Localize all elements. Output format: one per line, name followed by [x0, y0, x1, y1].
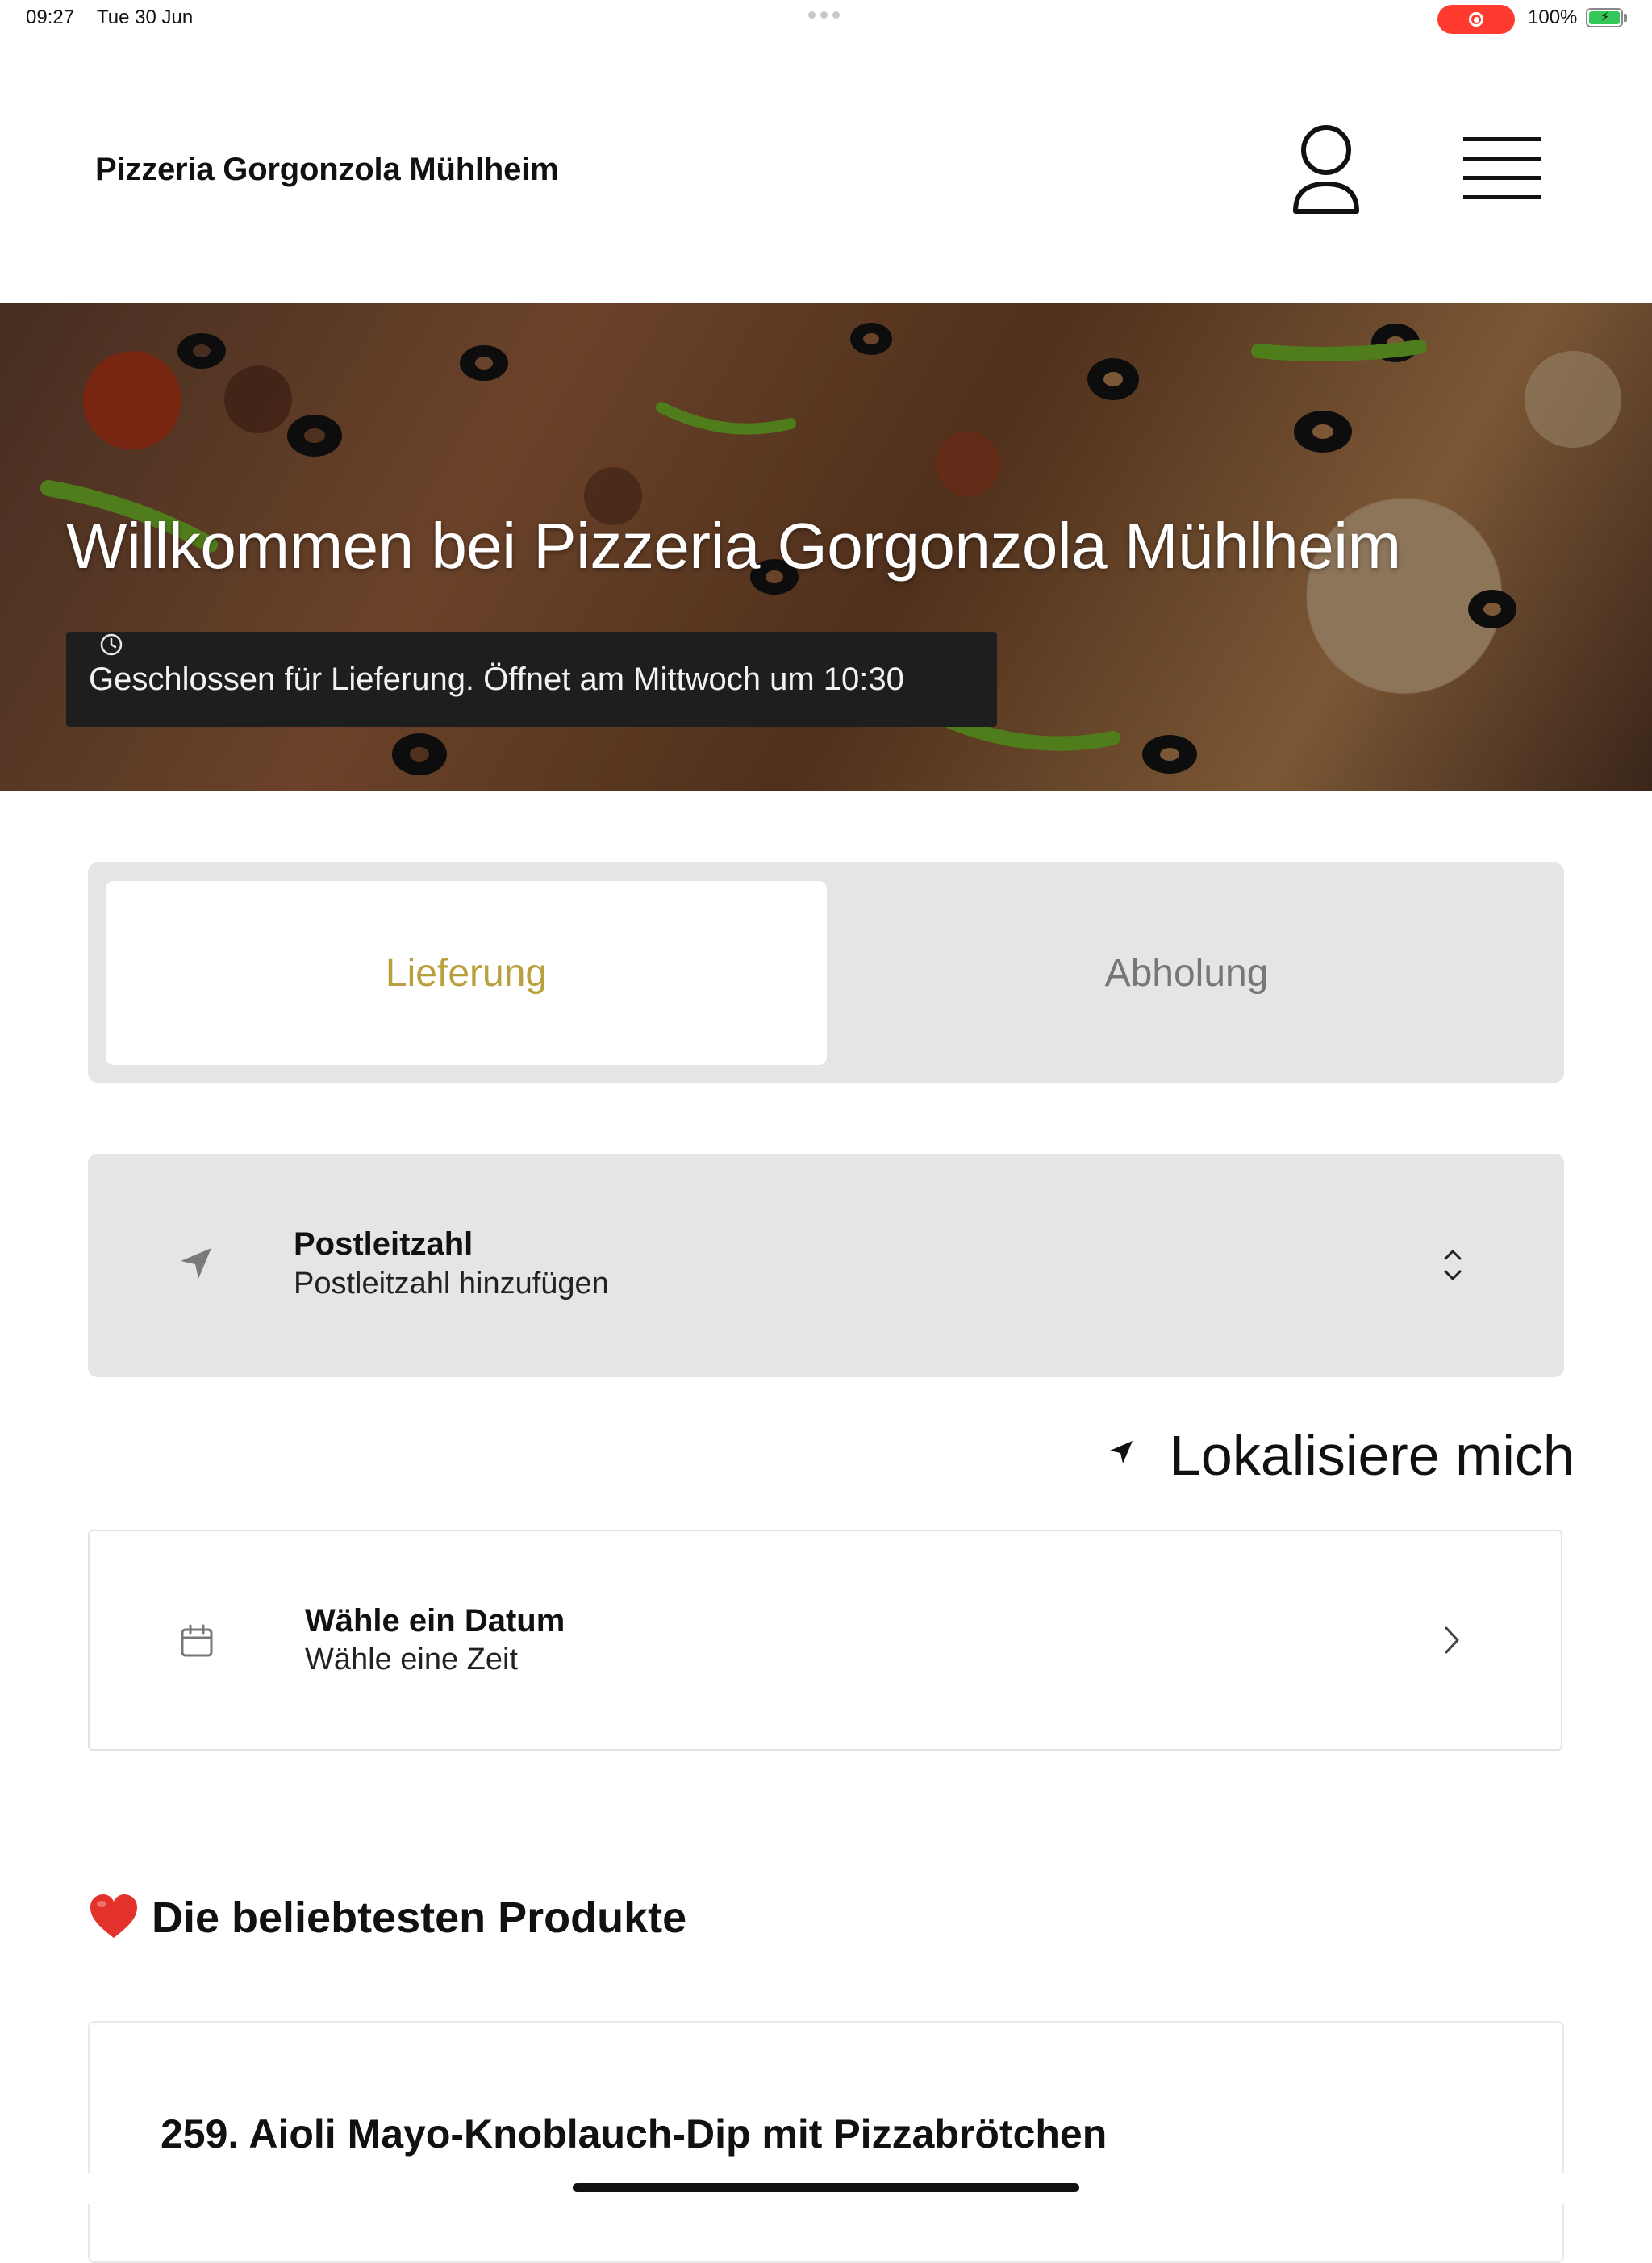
location-arrow-icon [181, 1248, 211, 1279]
hero-banner: Willkommen bei Pizzeria Gorgonzola Mühlh… [0, 303, 1652, 791]
multitasking-dots-icon[interactable] [808, 11, 844, 19]
postcode-label: Postleitzahl [294, 1226, 473, 1262]
postcode-placeholder[interactable]: Postleitzahl hinzufügen [294, 1267, 609, 1301]
status-date: Tue 30 Jun [97, 6, 194, 28]
calendar-icon [181, 1624, 213, 1657]
postcode-selector[interactable] [88, 1154, 1564, 1377]
locate-me-icon[interactable] [1107, 1438, 1136, 1467]
heart-icon [90, 1894, 137, 1938]
opening-status-text: Geschlossen für Lieferung. Öffnet am Mit… [89, 661, 904, 697]
clock-icon [100, 633, 123, 656]
hero-title: Willkommen bei Pizzeria Gorgonzola Mühlh… [66, 510, 1401, 582]
popular-products-title: Die beliebtesten Produkte [152, 1893, 687, 1942]
date-time-picker[interactable] [88, 1530, 1562, 1751]
hamburger-menu-button[interactable] [1462, 134, 1542, 205]
hamburger-menu-icon [1463, 137, 1541, 199]
home-indicator[interactable] [573, 2183, 1079, 2192]
product-name[interactable]: 259. Aioli Mayo-Knoblauch-Dip mit Pizzab… [161, 2111, 1107, 2157]
chevron-up-down-icon [1444, 1250, 1462, 1280]
battery-icon: ⚡ [1586, 8, 1623, 27]
brand-title[interactable]: Pizzeria Gorgonzola Mühlheim [95, 152, 559, 188]
user-icon [1293, 125, 1359, 214]
locate-me-button[interactable]: Lokalisiere mich [1170, 1423, 1575, 1488]
status-time: 09:27 [26, 6, 75, 28]
opening-status-badge: Geschlossen für Lieferung. Öffnet am Mit… [66, 632, 997, 727]
battery-tip [1624, 14, 1627, 22]
battery-percent: 100% [1528, 6, 1578, 28]
user-account-button[interactable] [1289, 123, 1363, 219]
chevron-right-icon [1445, 1626, 1459, 1654]
screen-recording-icon[interactable] [1437, 5, 1515, 34]
time-label: Wähle eine Zeit [305, 1643, 519, 1676]
tab-delivery[interactable]: Lieferung [106, 881, 827, 1065]
tab-pickup[interactable]: Abholung [827, 881, 1546, 1065]
date-label: Wähle ein Datum [305, 1603, 565, 1639]
